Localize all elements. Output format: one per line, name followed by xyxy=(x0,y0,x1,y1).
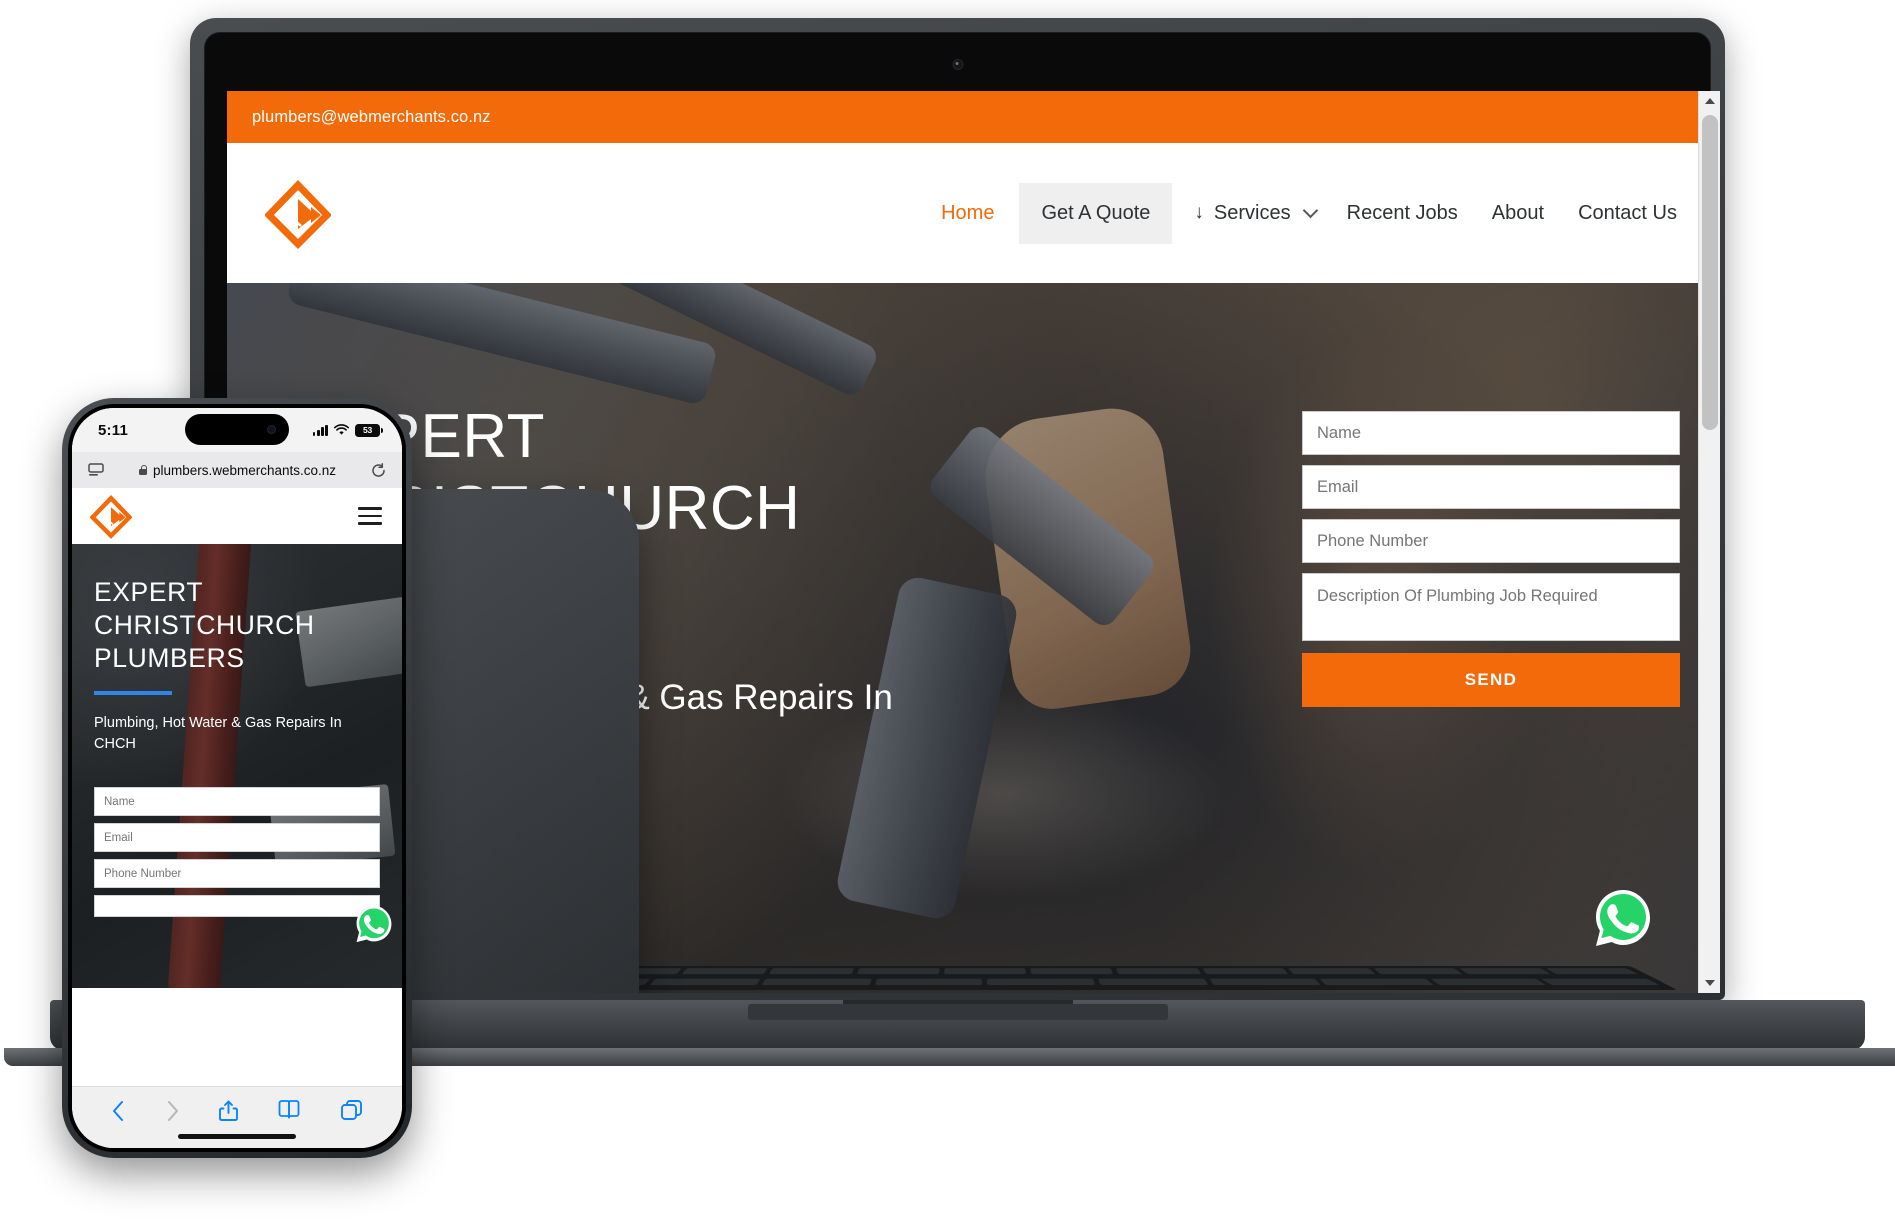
logo[interactable] xyxy=(265,177,331,249)
status-indicators: 53 xyxy=(312,423,383,437)
site-topbar: plumbers@webmerchants.co.nz 03 321 7777 xyxy=(227,91,1720,993)
scrollbar-thumb[interactable] xyxy=(1702,115,1718,430)
whatsapp-glyph xyxy=(356,905,392,943)
lock-icon xyxy=(138,465,148,475)
nav-item-contact-us[interactable]: Contact Us xyxy=(1561,203,1694,223)
description-textarea[interactable] xyxy=(1302,573,1680,641)
dynamic-island xyxy=(185,414,289,445)
webmerchants-plumbers-logo-icon xyxy=(265,179,331,249)
nav-item-recent-jobs[interactable]: Recent Jobs xyxy=(1330,203,1475,223)
phone-frame: 5:11 53 plumbers.webmerchants.co.nz EXPE… xyxy=(68,404,406,1152)
laptop-lid: plumbers@webmerchants.co.nz 03 321 7777 xyxy=(190,18,1725,1000)
whatsapp-icon[interactable] xyxy=(354,904,394,944)
scroll-up-arrow[interactable] xyxy=(1699,91,1720,111)
webcam-icon xyxy=(952,59,963,70)
cellular-signal-icon xyxy=(312,424,328,436)
nav-item-services-label: Services xyxy=(1213,201,1291,224)
mobile-hero-title: EXPERT CHRISTCHURCH PLUMBERS xyxy=(94,577,315,673)
mobile-name-input[interactable] xyxy=(94,787,380,816)
url-text: plumbers.webmerchants.co.nz xyxy=(152,462,337,478)
address-field[interactable]: plumbers.webmerchants.co.nz xyxy=(138,462,337,478)
nav-item-about[interactable]: About xyxy=(1475,203,1561,223)
arrow-down-icon: ↓ xyxy=(1194,202,1204,223)
nav-item-home[interactable]: Home xyxy=(924,203,1011,223)
hero-accent-rule xyxy=(94,690,172,695)
home-indicator xyxy=(178,1134,296,1139)
whatsapp-icon[interactable] xyxy=(1592,887,1654,949)
bookmarks-icon[interactable] xyxy=(278,1100,300,1120)
mobile-hero-copy: EXPERT CHRISTCHURCH PLUMBERS Plumbing, H… xyxy=(72,544,402,755)
battery-icon: 53 xyxy=(355,423,383,437)
nav-item-get-a-quote[interactable]: Get A Quote xyxy=(1019,182,1173,244)
mobile-logo[interactable] xyxy=(90,493,132,539)
laptop-screen: plumbers@webmerchants.co.nz 03 321 7777 xyxy=(227,91,1720,993)
chevron-down-icon xyxy=(1302,202,1318,219)
site-header: Home Get A Quote ↓ Services Recent Jobs … xyxy=(227,143,1720,283)
safari-url-bar[interactable]: plumbers.webmerchants.co.nz xyxy=(72,452,402,488)
mobile-email-input[interactable] xyxy=(94,823,380,852)
mockup-scene: plumbers@webmerchants.co.nz 03 321 7777 xyxy=(0,0,1895,1221)
wifi-icon xyxy=(334,424,349,435)
name-input[interactable] xyxy=(1302,411,1680,455)
mobile-description-textarea[interactable] xyxy=(94,895,380,917)
mobile-site-header xyxy=(72,488,402,544)
phone-input[interactable] xyxy=(1302,519,1680,563)
reload-icon[interactable] xyxy=(371,462,386,478)
phone-status-bar: 5:11 53 xyxy=(72,408,402,452)
back-chevron-icon[interactable] xyxy=(112,1100,125,1122)
topbar-email[interactable]: plumbers@webmerchants.co.nz xyxy=(252,108,491,127)
mobile-quote-form xyxy=(94,787,380,924)
phone-screen: 5:11 53 plumbers.webmerchants.co.nz EXPE… xyxy=(72,408,402,1148)
whatsapp-glyph xyxy=(1596,890,1650,946)
scroll-down-arrow[interactable] xyxy=(1699,973,1720,993)
phone-mockup: 5:11 53 plumbers.webmerchants.co.nz EXPE… xyxy=(62,398,412,1158)
mobile-phone-input[interactable] xyxy=(94,859,380,888)
laptop-mockup: plumbers@webmerchants.co.nz 03 321 7777 xyxy=(4,18,1895,1066)
hamburger-menu-icon[interactable] xyxy=(358,507,382,525)
laptop-bezel: plumbers@webmerchants.co.nz 03 321 7777 xyxy=(204,32,1720,993)
safari-toolbar xyxy=(72,1086,402,1148)
forward-chevron-icon[interactable] xyxy=(166,1100,179,1122)
mobile-hero-section: EXPERT CHRISTCHURCH PLUMBERS Plumbing, H… xyxy=(72,544,402,988)
nav-item-services[interactable]: ↓ Services xyxy=(1180,202,1329,225)
send-button[interactable]: SEND xyxy=(1302,653,1680,707)
laptop-trackpad xyxy=(747,1004,1168,1020)
mobile-hero-subtitle: Plumbing, Hot Water & Gas Repairs In CHC… xyxy=(94,714,342,752)
reader-view-icon[interactable] xyxy=(88,463,104,477)
vertical-scrollbar[interactable] xyxy=(1698,91,1720,993)
share-icon[interactable] xyxy=(219,1100,238,1122)
main-navigation: Home Get A Quote ↓ Services Recent Jobs … xyxy=(924,182,1694,244)
webmerchants-plumbers-logo-icon xyxy=(90,494,132,539)
tabs-icon[interactable] xyxy=(340,1100,362,1121)
email-input[interactable] xyxy=(1302,465,1680,509)
status-time: 5:11 xyxy=(98,421,128,439)
